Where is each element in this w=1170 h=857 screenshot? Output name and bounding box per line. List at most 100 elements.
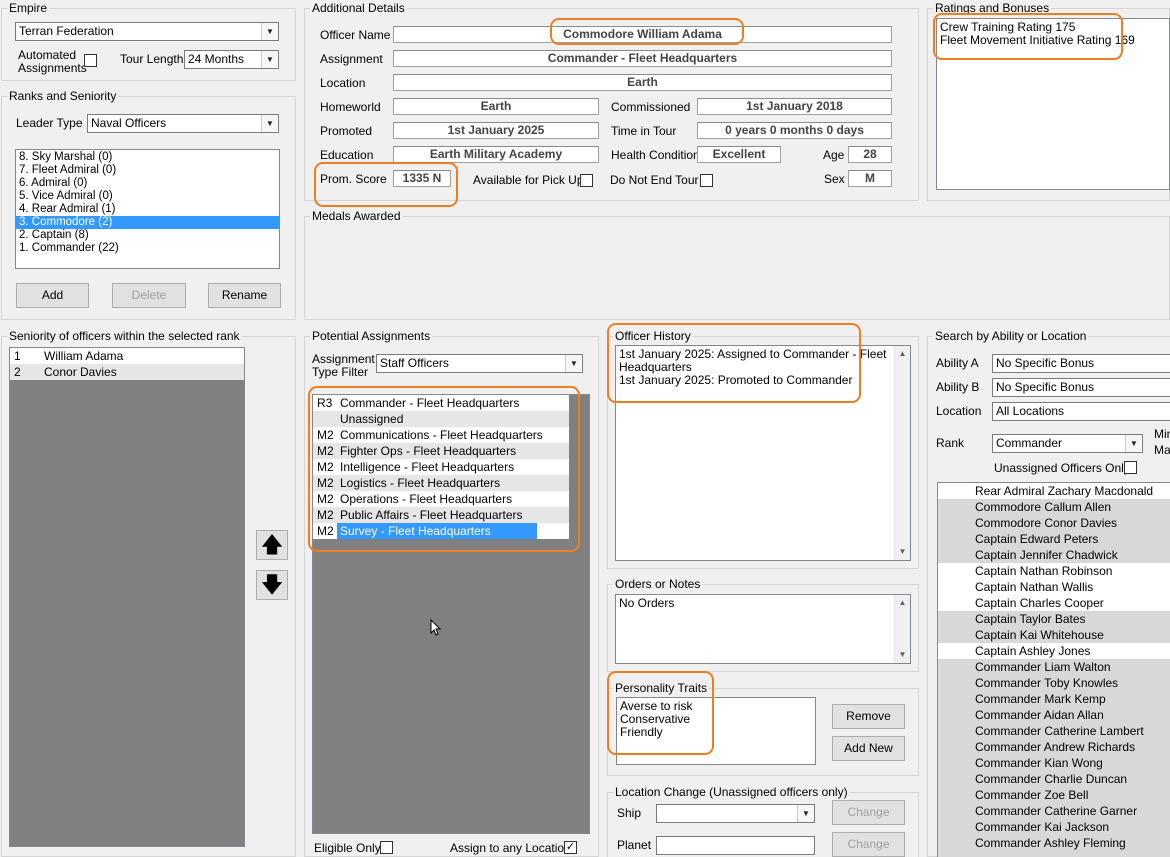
ability-a-select[interactable]: No Specific Bonus — [992, 354, 1170, 373]
planet-label: Planet — [617, 838, 652, 852]
ship-select[interactable]: ▼ — [656, 804, 815, 823]
search-result-row[interactable]: Commander Andrew Richards — [938, 739, 1170, 755]
orders-box[interactable]: No Orders ▲ ▼ — [615, 594, 911, 664]
search-location-select[interactable]: All Locations — [992, 402, 1170, 421]
search-location-label: Location — [936, 404, 982, 418]
search-result-row[interactable]: Commander Kai Jackson — [938, 819, 1170, 835]
tour-length-value: 24 Months — [188, 52, 245, 66]
search-result-row[interactable]: Commander Liam Walton — [938, 659, 1170, 675]
rename-rank-button[interactable]: Rename — [208, 283, 281, 308]
unassigned-only-checkbox[interactable] — [1124, 461, 1137, 474]
eligible-label: Eligible Only — [314, 841, 381, 855]
ship-change-button[interactable]: Change — [832, 800, 905, 825]
remove-trait-button[interactable]: Remove — [832, 704, 905, 729]
search-result-row[interactable]: Commander Kian Wong — [938, 755, 1170, 771]
seniority-num: 1 — [14, 349, 21, 363]
rank-list-item[interactable]: 1. Commander (22) — [16, 242, 279, 255]
ability-b-select[interactable]: No Specific Bonus — [992, 378, 1170, 397]
search-result-row[interactable]: Captain Ashley Jones — [938, 643, 1170, 659]
mouse-cursor-icon — [430, 618, 442, 637]
pickup-checkbox[interactable] — [580, 174, 593, 187]
tour-length-select[interactable]: 24 Months ▼ — [184, 50, 279, 69]
search-result-row[interactable]: Captain Nathan Wallis — [938, 579, 1170, 595]
rank-list-item[interactable]: 8. Sky Marshal (0) — [16, 151, 279, 164]
chevron-down-icon[interactable]: ▼ — [261, 115, 278, 132]
rank-list-item[interactable]: 2. Captain (8) — [16, 229, 279, 242]
search-result-row[interactable]: Commander Charlie Duncan — [938, 771, 1170, 787]
age-label: Age — [823, 148, 845, 162]
rank-value: Commander — [996, 436, 1063, 450]
ranks-list[interactable]: 8. Sky Marshal (0) 7. Fleet Admiral (0) 6.… — [15, 149, 280, 269]
planet-input[interactable] — [656, 836, 815, 855]
search-result-row[interactable]: Commander Catherine Garner — [938, 803, 1170, 819]
officer-name-label: Officer Name — [320, 28, 391, 42]
add-rank-button[interactable]: Add — [16, 283, 89, 308]
add-trait-button[interactable]: Add New — [832, 736, 905, 761]
seniority-name: Conor Davies — [44, 365, 117, 379]
seniority-row[interactable]: 1 William Adama — [10, 348, 244, 364]
orders-scrollbar[interactable]: ▲ ▼ — [894, 595, 910, 663]
highlight-officer-name — [550, 18, 744, 45]
search-result-row[interactable]: Captain Taylor Bates — [938, 611, 1170, 627]
highlight-prom-score — [314, 162, 458, 207]
search-result-row[interactable]: Captain Edward Peters — [938, 531, 1170, 547]
commissioned-field: 1st January 2018 — [697, 98, 892, 115]
orders-text: No Orders — [619, 596, 675, 610]
scroll-down-icon[interactable]: ▼ — [895, 647, 910, 663]
highlight-potential-assignments — [308, 386, 580, 552]
rank-list-item[interactable]: 3. Commodore (2) — [16, 216, 279, 229]
seniority-row[interactable]: 2 Conor Davies — [10, 364, 244, 380]
search-result-row[interactable]: Commander Catherine Lambert — [938, 723, 1170, 739]
search-group-title: Search by Ability or Location — [933, 329, 1089, 343]
rank-select[interactable]: Commander ▼ — [992, 434, 1143, 453]
rank-list-item[interactable]: 5. Vice Admiral (0) — [16, 190, 279, 203]
pickup-label: Available for Pick Up — [473, 173, 584, 187]
leader-type-select[interactable]: Naval Officers ▼ — [87, 114, 279, 133]
seniority-num: 2 — [14, 365, 21, 379]
history-scrollbar[interactable]: ▲ ▼ — [894, 346, 910, 560]
chevron-down-icon[interactable]: ▼ — [797, 805, 814, 822]
search-result-row[interactable]: Commander Aidan Allan — [938, 707, 1170, 723]
highlight-ratings — [933, 13, 1123, 60]
search-result-row[interactable]: Commodore Callum Allen — [938, 499, 1170, 515]
search-result-row[interactable]: Commander Zoe Bell — [938, 787, 1170, 803]
medals-group: Medals Awarded — [304, 209, 1170, 320]
scroll-down-icon[interactable]: ▼ — [895, 544, 910, 560]
search-result-row[interactable]: Captain Kai Whitehouse — [938, 627, 1170, 643]
rank-list-item[interactable]: 6. Admiral (0) — [16, 177, 279, 190]
search-result-row[interactable]: Captain Charles Cooper — [938, 595, 1170, 611]
seniority-list[interactable]: 1 William Adama 2 Conor Davies — [9, 347, 245, 847]
search-result-row[interactable]: Commander Mark Kemp — [938, 691, 1170, 707]
move-down-button[interactable]: 🡇 — [256, 570, 288, 600]
chevron-down-icon[interactable]: ▼ — [261, 51, 278, 68]
search-result-row[interactable]: Commodore Conor Davies — [938, 515, 1170, 531]
filter-select[interactable]: Staff Officers ▼ — [376, 354, 583, 373]
empire-select[interactable]: Terran Federation ▼ — [15, 22, 279, 41]
search-result-row[interactable]: Commander Ashley Fleming — [938, 835, 1170, 851]
scroll-up-icon[interactable]: ▲ — [895, 595, 910, 611]
ability-a-label: Ability A — [936, 356, 979, 370]
rank-list-item[interactable]: 4. Rear Admiral (1) — [16, 203, 279, 216]
delete-rank-button[interactable]: Delete — [112, 283, 186, 308]
move-up-button[interactable]: 🡅 — [256, 530, 288, 560]
chevron-down-icon[interactable]: ▼ — [565, 355, 582, 372]
promoted-label: Promoted — [320, 124, 373, 138]
automated-checkbox[interactable] — [84, 54, 97, 67]
search-result-row[interactable]: Captain Jennifer Chadwick — [938, 547, 1170, 563]
chevron-down-icon[interactable]: ▼ — [1125, 435, 1142, 452]
search-results-list[interactable]: Rear Admiral Zachary Macdonald Commodore … — [937, 482, 1170, 857]
search-result-row[interactable]: Commander Toby Knowles — [938, 675, 1170, 691]
automated-label: Automated Assignments — [18, 48, 87, 75]
search-result-row[interactable]: Captain Nathan Robinson — [938, 563, 1170, 579]
time-in-tour-label: Time in Tour — [611, 124, 677, 138]
unassigned-only-label: Unassigned Officers Only — [994, 461, 1130, 475]
scroll-up-icon[interactable]: ▲ — [895, 346, 910, 362]
chevron-down-icon[interactable]: ▼ — [261, 23, 278, 40]
search-result-row[interactable]: Rear Admiral Zachary Macdonald — [938, 483, 1170, 499]
eligible-checkbox[interactable] — [380, 841, 393, 854]
do-not-end-checkbox[interactable] — [700, 174, 713, 187]
any-location-checkbox[interactable]: ✓ — [564, 841, 577, 854]
rank-list-item[interactable]: 7. Fleet Admiral (0) — [16, 164, 279, 177]
planet-change-button[interactable]: Change — [832, 832, 905, 857]
ship-label: Ship — [617, 806, 642, 820]
